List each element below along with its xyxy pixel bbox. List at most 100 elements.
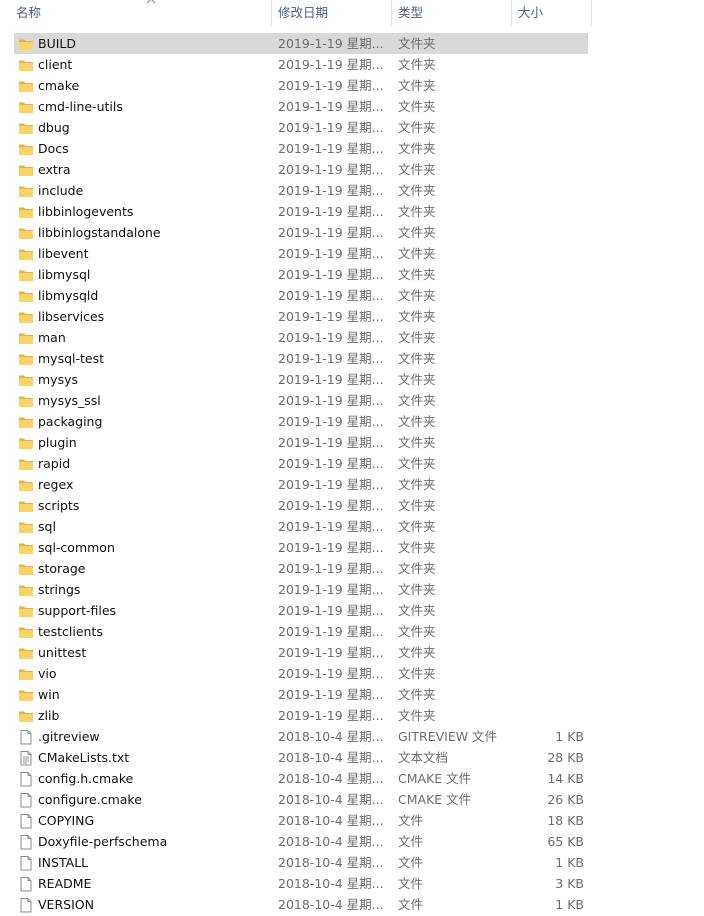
- file-row[interactable]: .gitreview 2018-10-4 星期... GITREVIEW 文件 1 K…: [0, 726, 704, 747]
- file-name: libservices: [38, 309, 105, 324]
- file-icon: [18, 813, 34, 829]
- file-type: 文件夹: [398, 225, 436, 240]
- file-type: 文件夹: [398, 708, 436, 723]
- file-modified-date: 2019-1-19 星期...: [278, 99, 384, 114]
- folder-row[interactable]: cmd-line-utils 2019-1-19 星期... 文件夹: [0, 96, 704, 117]
- file-size: [512, 222, 584, 243]
- folder-row[interactable]: extra 2019-1-19 星期... 文件夹: [0, 159, 704, 180]
- file-row[interactable]: INSTALL 2018-10-4 星期... 文件 1 KB: [0, 852, 704, 873]
- file-name: libmysqld: [38, 288, 99, 303]
- file-size: 28 KB: [547, 750, 584, 765]
- folder-icon: [18, 624, 34, 640]
- folder-row[interactable]: cmake 2019-1-19 星期... 文件夹: [0, 75, 704, 96]
- folder-row[interactable]: mysys_ssl 2019-1-19 星期... 文件夹: [0, 390, 704, 411]
- file-modified-date: 2019-1-19 星期...: [278, 57, 384, 72]
- file-name: win: [38, 687, 60, 702]
- file-type: GITREVIEW 文件: [398, 729, 498, 744]
- file-type: 文件夹: [398, 120, 436, 135]
- file-type: 文件夹: [398, 498, 436, 513]
- file-name: Docs: [38, 141, 69, 156]
- folder-row[interactable]: libbinlogstandalone 2019-1-19 星期... 文件夹: [0, 222, 704, 243]
- file-name: libevent: [38, 246, 89, 261]
- file-row[interactable]: configure.cmake 2018-10-4 星期... CMAKE 文件 26…: [0, 789, 704, 810]
- folder-icon: [18, 603, 34, 619]
- file-name: packaging: [38, 414, 103, 429]
- file-size: [512, 432, 584, 453]
- folder-row[interactable]: libbinlogevents 2019-1-19 星期... 文件夹: [0, 201, 704, 222]
- file-name: libbinlogstandalone: [38, 225, 161, 240]
- file-type: 文件夹: [398, 57, 436, 72]
- folder-row[interactable]: plugin 2019-1-19 星期... 文件夹: [0, 432, 704, 453]
- folder-row[interactable]: support-files 2019-1-19 星期... 文件夹: [0, 600, 704, 621]
- file-size: [512, 348, 584, 369]
- file-name: support-files: [38, 603, 117, 618]
- column-header-size[interactable]: 大小: [512, 0, 592, 26]
- file-type: 文件: [398, 897, 424, 912]
- file-modified-date: 2019-1-19 星期...: [278, 330, 384, 345]
- file-size: [512, 411, 584, 432]
- folder-row[interactable]: strings 2019-1-19 星期... 文件夹: [0, 579, 704, 600]
- column-header-type[interactable]: 类型: [392, 0, 512, 26]
- column-header-bar: 名称 修改日期 类型 大小: [0, 0, 704, 26]
- folder-icon: [18, 267, 34, 283]
- folder-row[interactable]: mysql-test 2019-1-19 星期... 文件夹: [0, 348, 704, 369]
- folder-row[interactable]: libmysql 2019-1-19 星期... 文件夹: [0, 264, 704, 285]
- folder-icon: [18, 36, 34, 52]
- file-name: COPYING: [38, 813, 95, 828]
- folder-row[interactable]: scripts 2019-1-19 星期... 文件夹: [0, 495, 704, 516]
- folder-icon: [18, 309, 34, 325]
- folder-row[interactable]: sql-common 2019-1-19 星期... 文件夹: [0, 537, 704, 558]
- folder-icon: [18, 582, 34, 598]
- folder-row[interactable]: regex 2019-1-19 星期... 文件夹: [0, 474, 704, 495]
- folder-icon: [18, 666, 34, 682]
- file-name: plugin: [38, 435, 77, 450]
- file-row[interactable]: VERSION 2018-10-4 星期... 文件 1 KB: [0, 894, 704, 915]
- file-row[interactable]: Doxyfile-perfschema 2018-10-4 星期... 文件 65 K…: [0, 831, 704, 852]
- file-size: 65 KB: [547, 834, 584, 849]
- file-name: rapid: [38, 456, 71, 471]
- file-row[interactable]: CMakeLists.txt 2018-10-4 星期... 文本文档 28 KB: [0, 747, 704, 768]
- file-row[interactable]: config.h.cmake 2018-10-4 星期... CMAKE 文件 14 …: [0, 768, 704, 789]
- folder-icon: [18, 162, 34, 178]
- folder-row[interactable]: libmysqld 2019-1-19 星期... 文件夹: [0, 285, 704, 306]
- folder-row[interactable]: Docs 2019-1-19 星期... 文件夹: [0, 138, 704, 159]
- file-icon: [18, 876, 34, 892]
- folder-row[interactable]: client 2019-1-19 星期... 文件夹: [0, 54, 704, 75]
- folder-row[interactable]: storage 2019-1-19 星期... 文件夹: [0, 558, 704, 579]
- file-modified-date: 2019-1-19 星期...: [278, 141, 384, 156]
- folder-row[interactable]: mysys 2019-1-19 星期... 文件夹: [0, 369, 704, 390]
- folder-row[interactable]: man 2019-1-19 星期... 文件夹: [0, 327, 704, 348]
- column-header-date[interactable]: 修改日期: [272, 0, 392, 26]
- folder-row[interactable]: vio 2019-1-19 星期... 文件夹: [0, 663, 704, 684]
- file-size: [512, 390, 584, 411]
- file-type: 文件夹: [398, 624, 436, 639]
- file-size: [512, 117, 584, 138]
- folder-row[interactable]: libservices 2019-1-19 星期... 文件夹: [0, 306, 704, 327]
- file-size: [512, 264, 584, 285]
- column-header-name[interactable]: 名称: [10, 0, 272, 26]
- file-name: mysys_ssl: [38, 393, 101, 408]
- file-row[interactable]: COPYING 2018-10-4 星期... 文件 18 KB: [0, 810, 704, 831]
- file-icon: [18, 855, 34, 871]
- folder-row[interactable]: win 2019-1-19 星期... 文件夹: [0, 684, 704, 705]
- file-type: 文件夹: [398, 351, 436, 366]
- file-type: 文件: [398, 813, 424, 828]
- file-modified-date: 2019-1-19 星期...: [278, 414, 384, 429]
- file-row[interactable]: README 2018-10-4 星期... 文件 3 KB: [0, 873, 704, 894]
- folder-row[interactable]: dbug 2019-1-19 星期... 文件夹: [0, 117, 704, 138]
- folder-row[interactable]: packaging 2019-1-19 星期... 文件夹: [0, 411, 704, 432]
- folder-row[interactable]: zlib 2019-1-19 星期... 文件夹: [0, 705, 704, 726]
- folder-row[interactable]: rapid 2019-1-19 星期... 文件夹: [0, 453, 704, 474]
- file-modified-date: 2019-1-19 星期...: [278, 183, 384, 198]
- folder-row[interactable]: sql 2019-1-19 星期... 文件夹: [0, 516, 704, 537]
- folder-row[interactable]: unittest 2019-1-19 星期... 文件夹: [0, 642, 704, 663]
- folder-row[interactable]: include 2019-1-19 星期... 文件夹: [0, 180, 704, 201]
- folder-row[interactable]: libevent 2019-1-19 星期... 文件夹: [0, 243, 704, 264]
- folder-row[interactable]: BUILD 2019-1-19 星期... 文件夹: [0, 33, 704, 54]
- file-modified-date: 2018-10-4 星期...: [278, 729, 384, 744]
- file-name: Doxyfile-perfschema: [38, 834, 168, 849]
- folder-icon: [18, 204, 34, 220]
- column-header-name-label: 名称: [16, 5, 42, 20]
- file-modified-date: 2019-1-19 星期...: [278, 120, 384, 135]
- folder-row[interactable]: testclients 2019-1-19 星期... 文件夹: [0, 621, 704, 642]
